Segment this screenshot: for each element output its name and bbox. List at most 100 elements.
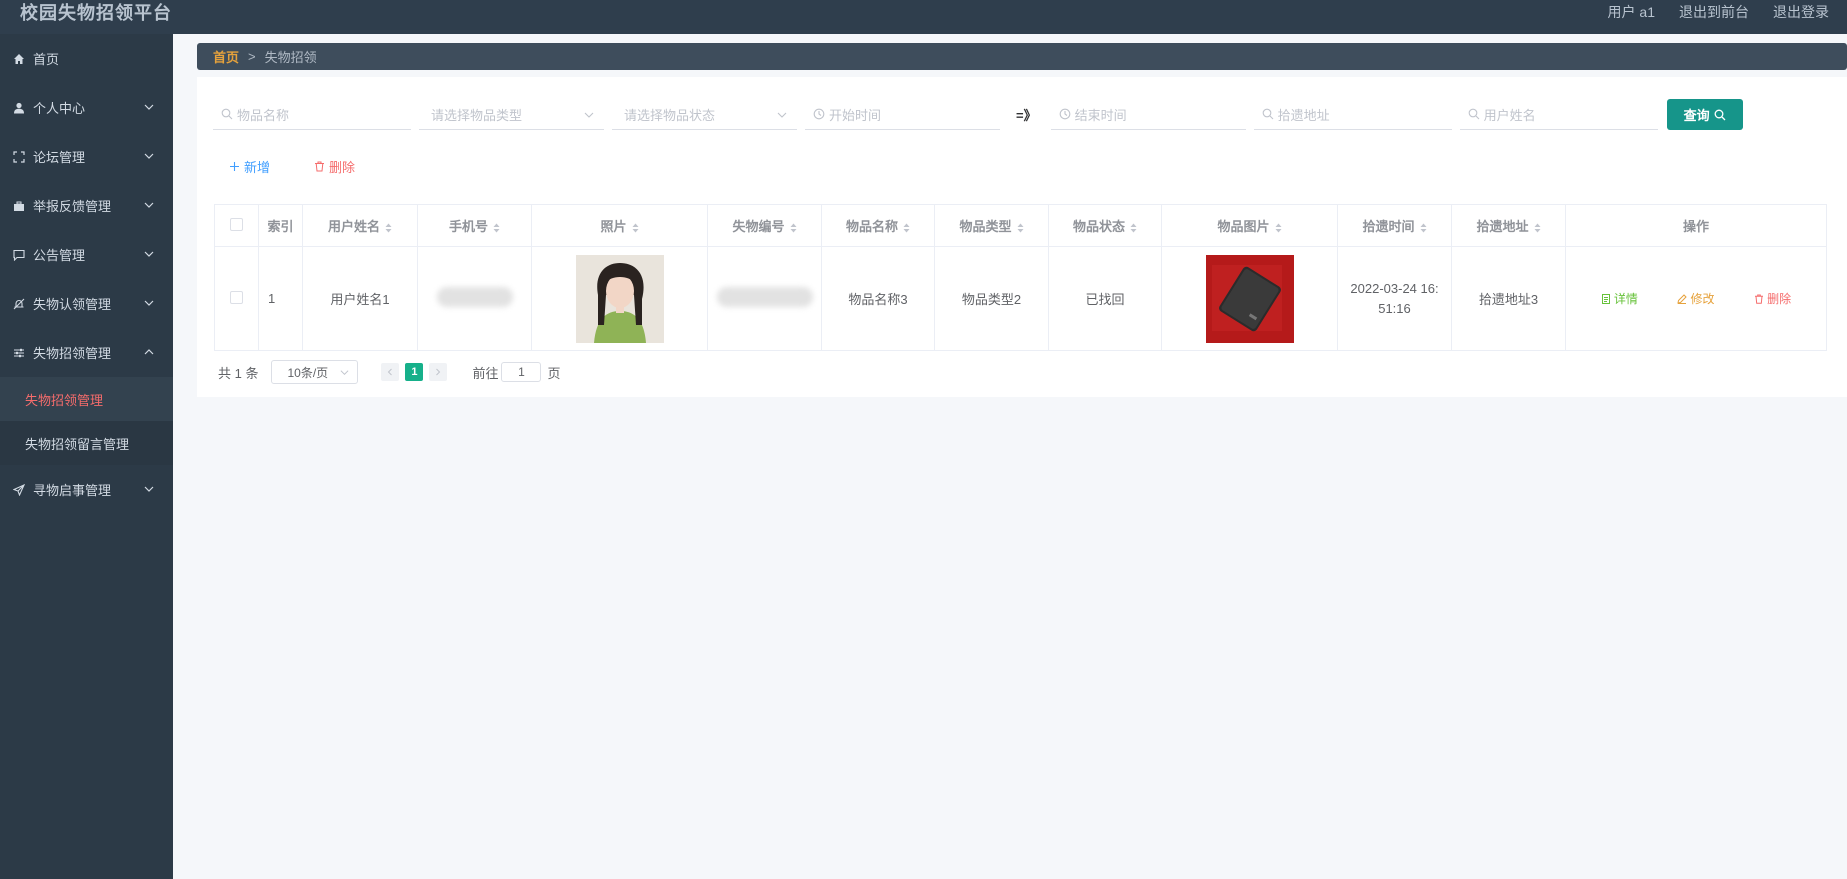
sidebar-item-forum[interactable]: 论坛管理 [0, 132, 173, 181]
goto-page-input[interactable]: 1 [501, 362, 542, 382]
clock-icon [813, 108, 825, 120]
sidebar-item-personal[interactable]: 个人中心 [0, 83, 173, 132]
header-item-image[interactable]: 物品图片 [1161, 204, 1338, 247]
search-icon [1468, 108, 1479, 120]
message-icon [12, 248, 26, 262]
batch-delete-button-label: 删除 [329, 160, 356, 175]
chevron-down-icon [777, 112, 787, 118]
sidebar-item-label: 失物认领管理 [33, 297, 112, 312]
item-status-select[interactable]: 请选择物品状态 [612, 100, 797, 130]
breadcrumb-home[interactable]: 首页 [213, 47, 239, 66]
table-row: 1 用户姓名1 物品名称3 物品类型2 已找回 2022-03-24 16: 5… [214, 246, 1827, 351]
sidebar-item-home[interactable]: 首页 [0, 34, 173, 83]
header-user-name[interactable]: 用户姓名 [302, 204, 418, 247]
header-phone[interactable]: 手机号 [417, 204, 532, 247]
blurred-phone [436, 287, 513, 307]
chevron-down-icon [144, 202, 154, 208]
header-photo[interactable]: 照片 [531, 204, 708, 247]
query-button-label: 查询 [1683, 108, 1710, 123]
header-item-name[interactable]: 物品名称 [821, 204, 935, 247]
item-type-placeholder: 请选择物品类型 [431, 107, 523, 123]
page-size-select[interactable]: 10条/页 [271, 360, 359, 384]
photo-cell [531, 246, 708, 351]
chevron-down-icon [144, 104, 154, 110]
sort-icon [1534, 223, 1540, 233]
end-time-input[interactable]: 结束时间 [1050, 100, 1246, 130]
header-label: 手机号 [448, 219, 488, 234]
sidebar-item-claim[interactable]: 失物认领管理 [0, 279, 173, 328]
item-type-select[interactable]: 请选择物品类型 [419, 100, 604, 130]
page-number-current[interactable]: 1 [405, 363, 424, 381]
sidebar-item-notice[interactable]: 公告管理 [0, 230, 173, 279]
back-to-front-link[interactable]: 退出到前台 [1679, 2, 1749, 22]
row-delete-button[interactable]: 删除 [1754, 290, 1791, 307]
prev-page-button[interactable] [381, 363, 400, 381]
batch-delete-button[interactable]: 删除 [314, 157, 355, 176]
item-name-input[interactable]: 物品名称 [213, 100, 411, 130]
chevron-down-icon [144, 486, 154, 492]
next-page-button[interactable] [429, 363, 448, 381]
header-found-address[interactable]: 拾遗地址 [1451, 204, 1566, 247]
chevron-down-icon [144, 251, 154, 257]
header-label: 物品名称 [845, 219, 898, 234]
lost-found-table: 索引 用户姓名 手机号 照片 失物编号 物品名称 物品类型 物品状态 物品图片 … [214, 204, 1827, 351]
item-status-cell: 已找回 [1048, 246, 1162, 351]
current-user: 用户 a1 [1607, 4, 1655, 20]
edit-button-label: 修改 [1690, 292, 1715, 306]
header-item-number[interactable]: 失物编号 [707, 204, 822, 247]
user-icon [12, 101, 26, 115]
header-item-type[interactable]: 物品类型 [934, 204, 1049, 247]
sidebar-item-report[interactable]: 举报反馈管理 [0, 181, 173, 230]
chevron-down-icon [341, 370, 349, 376]
query-button[interactable]: 查询 [1666, 99, 1743, 130]
sidebar-item-search-notice[interactable]: 寻物启事管理 [0, 465, 173, 514]
header-found-time[interactable]: 拾遗时间 [1337, 204, 1452, 247]
user-name-input[interactable]: 用户姓名 [1459, 100, 1658, 130]
header-label: 照片 [600, 219, 627, 234]
search-icon [1714, 109, 1726, 120]
item-image-cell [1161, 246, 1338, 351]
index-cell: 1 [258, 246, 303, 351]
edit-button[interactable]: 修改 [1677, 290, 1715, 307]
select-all-checkbox[interactable] [230, 217, 243, 231]
header-label: 拾遗时间 [1362, 219, 1415, 234]
filter-bar: 物品名称 请选择物品类型 请选择物品状态 开始时间 =》 结束时间 拾遗地址 用… [213, 99, 1743, 130]
found-address-cell: 拾遗地址3 [1451, 246, 1566, 351]
sort-icon [632, 223, 638, 233]
submenu-item-lostfound-comments[interactable]: 失物招领留言管理 [0, 421, 173, 465]
plus-icon [230, 162, 239, 171]
item-status-placeholder: 请选择物品状态 [624, 107, 716, 123]
header-item-status[interactable]: 物品状态 [1048, 204, 1162, 247]
row-checkbox[interactable] [230, 290, 243, 304]
operations-cell: 详情 修改 删除 [1565, 246, 1827, 351]
breadcrumb-current: 失物招领 [264, 50, 317, 65]
address-input[interactable]: 拾遗地址 [1253, 100, 1452, 130]
main-card: 物品名称 请选择物品类型 请选择物品状态 开始时间 =》 结束时间 拾遗地址 用… [197, 77, 1847, 397]
chevron-down-icon [584, 112, 594, 118]
sidebar-item-lostfound[interactable]: 失物招领管理 [0, 328, 173, 377]
address-placeholder: 拾遗地址 [1277, 107, 1330, 123]
found-time-line2: 51:16 [1378, 300, 1411, 316]
submenu-item-lostfound-manage[interactable]: 失物招领管理 [0, 377, 173, 421]
add-button[interactable]: 新增 [229, 157, 270, 176]
row-delete-button-label: 删除 [1767, 292, 1792, 306]
logout-link[interactable]: 退出登录 [1773, 2, 1829, 22]
sidebar-item-label: 个人中心 [33, 101, 86, 116]
user-name-cell: 用户姓名1 [302, 246, 418, 351]
sort-icon [1275, 223, 1281, 233]
select-all-cell [214, 204, 259, 247]
send-icon [12, 483, 26, 497]
app-title: 校园失物招领平台 [20, 3, 172, 23]
sidebar-item-label: 论坛管理 [33, 150, 86, 165]
item-name-cell: 物品名称3 [821, 246, 935, 351]
user-photo [575, 254, 664, 343]
breadcrumb: 首页 > 失物招领 [197, 43, 1847, 70]
start-time-input[interactable]: 开始时间 [805, 100, 1000, 130]
sidebar-item-label: 首页 [33, 52, 60, 67]
sidebar-item-label: 举报反馈管理 [33, 199, 112, 214]
header-label: 用户姓名 [327, 219, 380, 234]
detail-button[interactable]: 详情 [1601, 290, 1638, 307]
header-operations: 操作 [1565, 204, 1827, 247]
item-type-cell: 物品类型2 [934, 246, 1049, 351]
goto-label: 前往 [472, 365, 499, 381]
